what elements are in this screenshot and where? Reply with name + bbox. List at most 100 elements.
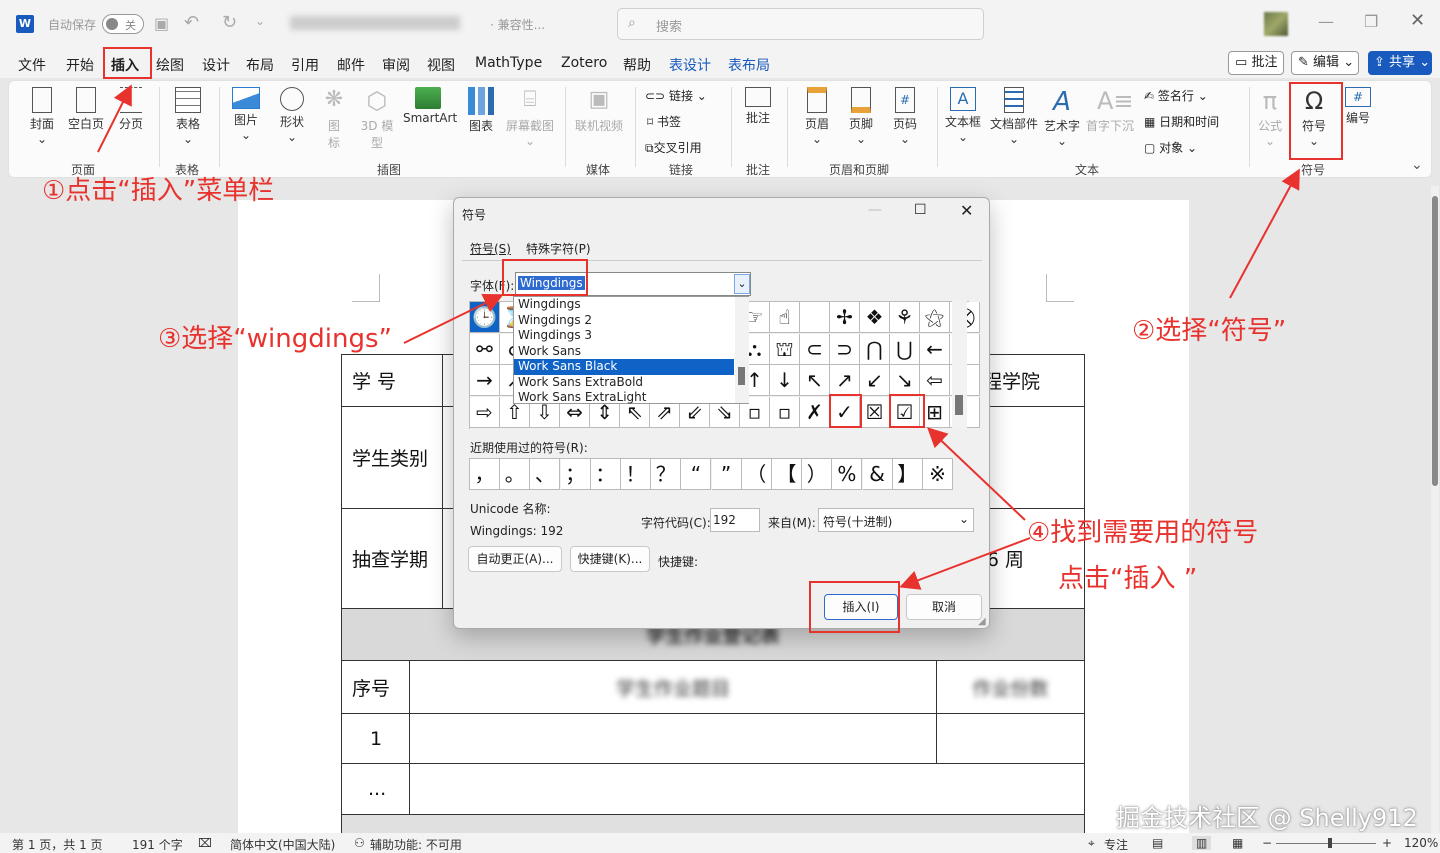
symbol-cell[interactable]: 🕒	[470, 302, 500, 333]
save-icon[interactable]: ▣	[154, 14, 169, 33]
recent-symbol-cell[interactable]: ”	[711, 459, 742, 490]
from-select[interactable]: 符号(十进制) ⌄	[818, 508, 974, 532]
cancel-button[interactable]: 取消	[906, 594, 982, 620]
symbol-cell[interactable]: ❖	[860, 302, 890, 333]
menu-layout[interactable]: 布局	[246, 55, 274, 75]
dialog-minimize-icon[interactable]: —	[868, 202, 882, 218]
symbol-cell[interactable]: ⚯	[470, 333, 500, 365]
signature-line-button[interactable]: ✍ 签名行 ⌄	[1144, 87, 1208, 104]
symbol-cell[interactable]: ↙	[860, 365, 890, 396]
recent-symbol-cell[interactable]: ※	[923, 459, 953, 490]
collapse-ribbon-icon[interactable]: ⌄	[1411, 157, 1423, 173]
menu-draw[interactable]: 绘图	[156, 55, 184, 75]
search-box[interactable]: ⌕ 搜索	[617, 8, 984, 40]
recent-symbol-cell[interactable]: ，	[470, 459, 500, 490]
symbol-cell[interactable]	[800, 302, 830, 333]
page-count[interactable]: 第 1 页，共 1 页	[12, 836, 103, 853]
table-row[interactable]: 1	[341, 713, 410, 764]
dropdown-scrollbar[interactable]	[735, 297, 749, 403]
menu-references[interactable]: 引用	[291, 55, 319, 75]
table-header-cell[interactable]: 序号	[341, 660, 410, 714]
drop-cap-button[interactable]: A≡ 首字下沉	[1085, 81, 1135, 134]
symbol-cell[interactable]: ⋂	[860, 333, 890, 365]
table-cell[interactable]: 学生类别	[341, 406, 443, 509]
menu-design[interactable]: 设计	[202, 55, 230, 75]
filename[interactable]: · 兼容性...	[490, 16, 545, 33]
symbol-cell[interactable]: ↗	[830, 365, 860, 396]
close-icon[interactable]: ✕	[1410, 10, 1425, 31]
menu-table-layout[interactable]: 表布局	[728, 55, 770, 75]
table-row[interactable]: ...	[341, 763, 410, 815]
minimize-icon[interactable]: —	[1318, 12, 1334, 31]
text-box-button[interactable]: A 文本框 ⌄	[943, 81, 983, 144]
menu-help[interactable]: 帮助	[623, 55, 651, 75]
online-video-button[interactable]: ▣ 联机视频	[574, 81, 624, 134]
chevron-down-icon[interactable]: ⌄	[734, 274, 750, 294]
3d-models-button[interactable]: ⬡ 3D 模型	[359, 81, 395, 151]
print-layout-icon[interactable]: ▥	[1192, 836, 1212, 850]
symbol-cell[interactable]: ✗	[800, 396, 830, 428]
screenshot-button[interactable]: ⌸ 屏幕截图 ⌄	[505, 81, 555, 148]
symbol-cell[interactable]: ⊂	[800, 333, 830, 365]
share-button[interactable]: ⇪ 共享 ⌄	[1368, 51, 1432, 75]
symbol-cell[interactable]: ✢	[830, 302, 860, 333]
recent-symbol-cell[interactable]: ）	[802, 459, 833, 490]
autosave-toggle[interactable]: 关	[102, 14, 144, 34]
table-row[interactable]	[409, 713, 937, 764]
table-button[interactable]: 表格 ⌄	[169, 81, 207, 146]
font-option[interactable]: Wingdings 2	[514, 313, 748, 329]
wordart-button[interactable]: A 艺术字 ⌄	[1043, 81, 1081, 148]
recent-symbol-cell[interactable]: &	[862, 459, 893, 490]
undo-icon[interactable]: ↶	[184, 12, 199, 33]
table-row[interactable]	[409, 763, 1085, 815]
menu-home[interactable]: 开始	[66, 55, 94, 75]
symbol-cell[interactable]: ☝	[770, 302, 800, 333]
focus-mode[interactable]: 专注	[1104, 836, 1128, 853]
recent-symbol-cell[interactable]: ？	[651, 459, 682, 490]
symbol-cell[interactable]: ↓	[770, 365, 800, 396]
page-number-button[interactable]: # 页码 ⌄	[890, 81, 920, 146]
restore-icon[interactable]: ❐	[1364, 12, 1378, 31]
table-cell[interactable]: 抽查学期	[341, 508, 443, 609]
link-button[interactable]: ⊂⊃ 链接 ⌄	[645, 87, 707, 104]
quick-parts-button[interactable]: 文档部件 ⌄	[989, 81, 1039, 146]
zoom-slider[interactable]	[1276, 838, 1376, 848]
comments-button[interactable]: ▭ 批注	[1228, 51, 1284, 75]
object-button[interactable]: ▢ 对象 ⌄	[1144, 139, 1197, 156]
tab-symbols[interactable]: 符号(S)	[470, 240, 511, 257]
recent-symbol-cell[interactable]: 】	[892, 459, 923, 490]
table-row[interactable]	[936, 713, 1085, 764]
recent-symbol-cell[interactable]: %	[832, 459, 863, 490]
date-time-button[interactable]: ▦ 日期和时间	[1144, 113, 1219, 130]
symbol-cell[interactable]: ⚝	[920, 302, 950, 333]
tab-special-characters[interactable]: 特殊字符(P)	[526, 240, 591, 257]
recent-symbol-cell[interactable]: （	[741, 459, 772, 490]
vertical-scrollbar[interactable]	[1431, 186, 1439, 833]
char-code-input[interactable]: 192	[710, 508, 760, 532]
equation-button[interactable]: π 公式 ⌄	[1257, 81, 1283, 148]
customize-chevron-icon[interactable]: ⌄	[255, 14, 265, 28]
shortcut-key-button[interactable]: 快捷键(K)...	[570, 546, 650, 572]
comment-button[interactable]: 批注	[743, 81, 773, 126]
recent-symbol-cell[interactable]: 、	[530, 459, 561, 490]
menu-mailings[interactable]: 邮件	[337, 55, 365, 75]
read-mode-icon[interactable]: ▤	[1152, 836, 1163, 850]
word-count[interactable]: 191 个字	[132, 836, 183, 853]
symbol-cell[interactable]: ←	[920, 333, 950, 365]
redo-icon[interactable]: ↻	[222, 12, 237, 33]
cover-page-button[interactable]: 封面 ⌄	[23, 81, 61, 146]
avatar[interactable]	[1264, 12, 1288, 36]
symbol-cell[interactable]: ▫	[770, 396, 800, 428]
table-header-cell[interactable]: 作业份数	[936, 660, 1085, 714]
font-option[interactable]: Work Sans	[514, 344, 748, 360]
symbol-cell[interactable]: ⛫	[770, 333, 800, 365]
zoom-in-icon[interactable]: +	[1382, 836, 1392, 850]
recent-symbol-cell[interactable]: “	[681, 459, 712, 490]
menu-review[interactable]: 审阅	[382, 55, 410, 75]
resize-grip-icon[interactable]: ◢	[978, 616, 986, 627]
symbol-cell[interactable]: ⊃	[830, 333, 860, 365]
font-option[interactable]: Work Sans ExtraBold	[514, 375, 748, 391]
proofing-icon[interactable]: ⌧	[198, 836, 212, 850]
symbol-cell[interactable]: ⋃	[890, 333, 920, 365]
font-option[interactable]: Wingdings 3	[514, 328, 748, 344]
